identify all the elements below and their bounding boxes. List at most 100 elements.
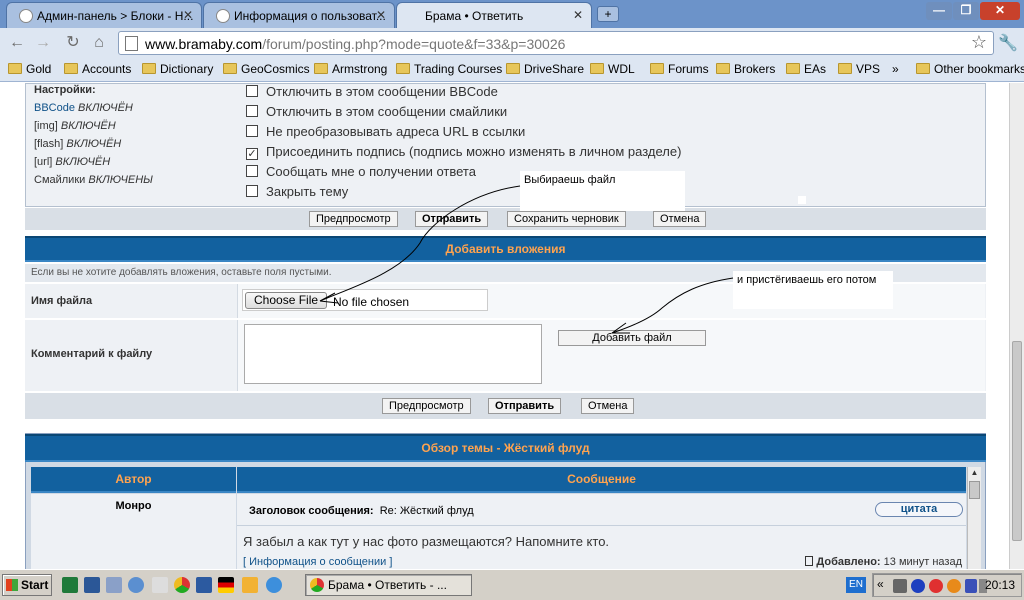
- post-icon: [805, 556, 814, 566]
- tab-label: Брама • Ответить: [425, 9, 524, 23]
- post-info: [ Информация о сообщении ]: [243, 556, 392, 568]
- bookmark-label: Trading Courses: [414, 62, 503, 76]
- bookmark-trading-courses[interactable]: Trading Courses: [396, 62, 502, 76]
- bookmark-label: Armstrong: [332, 62, 388, 76]
- language-indicator[interactable]: EN: [846, 577, 866, 593]
- bookmark-label: VPS: [856, 62, 881, 76]
- app-icon[interactable]: [196, 577, 212, 593]
- flag-icon[interactable]: [218, 577, 234, 593]
- bookmarks-more-icon[interactable]: »: [892, 62, 899, 76]
- app-icon[interactable]: [128, 577, 144, 593]
- bookmark-label: Gold: [26, 62, 52, 76]
- url-path: /forum/posting.php?mode=quote&f=33&p=300…: [262, 36, 566, 52]
- close-window-button[interactable]: ✕: [980, 2, 1020, 20]
- close-icon[interactable]: ✕: [376, 8, 386, 22]
- new-tab-button[interactable]: +: [597, 6, 619, 22]
- chrome-icon[interactable]: [174, 577, 190, 593]
- bluetooth-icon[interactable]: [911, 579, 925, 593]
- tab-user-info[interactable]: Информация о пользоват... ✕: [203, 2, 395, 28]
- bookmark-star-icon[interactable]: ☆: [971, 32, 987, 53]
- reload-icon[interactable]: ↻: [62, 33, 84, 53]
- bookmark-brokers[interactable]: Brokers: [716, 62, 775, 76]
- app-icon[interactable]: [152, 577, 168, 593]
- divider: [237, 525, 966, 526]
- bookmark-driveshare[interactable]: DriveShare: [506, 62, 584, 76]
- page-icon: [125, 36, 138, 51]
- post-subject-line: Заголовок сообщения: Re: Жёсткий флуд: [249, 505, 474, 517]
- folder-icon: [314, 63, 328, 74]
- taskbar-item-label: Брама • Ответить - ...: [328, 578, 447, 592]
- page-scrollbar[interactable]: [1009, 83, 1024, 569]
- word-icon[interactable]: [84, 577, 100, 593]
- browser-toolbar: ← → ↻ ⌂ www.bramaby.com/forum/posting.ph…: [0, 28, 1024, 58]
- minimize-button[interactable]: —: [926, 2, 952, 20]
- tray-app-icon[interactable]: [947, 579, 961, 593]
- back-icon[interactable]: ←: [6, 33, 28, 53]
- message-column-header: Сообщение: [237, 467, 966, 493]
- review-scrollbar[interactable]: ▲: [967, 467, 981, 569]
- bookmark-geocosmics[interactable]: GeoCosmics: [223, 62, 310, 76]
- bookmark-vps[interactable]: VPS: [838, 62, 880, 76]
- folder-icon: [506, 63, 520, 74]
- bookmark-label: GeoCosmics: [241, 62, 310, 76]
- message-cell: Заголовок сообщения: Re: Жёсткий флуд ци…: [237, 494, 966, 569]
- maximize-button[interactable]: ❐: [953, 2, 979, 20]
- arrow-attach-file: [611, 277, 734, 334]
- bookmark-label: Accounts: [82, 62, 132, 76]
- close-icon[interactable]: ✕: [183, 8, 193, 22]
- windows-logo-icon: [6, 579, 18, 591]
- post-info-link[interactable]: Информация о сообщении: [249, 556, 386, 568]
- system-tray: « 20:13: [872, 573, 1022, 597]
- tray-expand-icon[interactable]: «: [877, 577, 884, 591]
- tab-admin-panel[interactable]: Админ-панель > Блоки - Н... ✕: [6, 2, 202, 28]
- other-bookmarks[interactable]: Other bookmarks: [916, 62, 1024, 76]
- app-icon[interactable]: [242, 577, 258, 593]
- wrench-icon[interactable]: 🔧: [998, 33, 1018, 53]
- home-icon[interactable]: ⌂: [88, 33, 110, 53]
- windows-taskbar: Start Брама • Ответить - ... EN « 20:13: [0, 569, 1024, 600]
- tab-label: Информация о пользоват...: [234, 9, 386, 23]
- bookmarks-bar: Gold Accounts Dictionary GeoCosmics Arms…: [0, 58, 1024, 82]
- forward-icon[interactable]: →: [32, 33, 54, 53]
- folder-icon: [8, 63, 22, 74]
- start-label: Start: [21, 578, 49, 592]
- bookmark-label: EAs: [804, 62, 827, 76]
- quote-button[interactable]: цитата: [875, 502, 963, 517]
- folder-icon: [223, 63, 237, 74]
- bookmark-wdl[interactable]: WDL: [590, 62, 635, 76]
- page-scroll-thumb[interactable]: [1012, 341, 1022, 541]
- subject-label: Заголовок сообщения:: [249, 505, 374, 517]
- close-icon[interactable]: ✕: [573, 8, 583, 22]
- bookmark-accounts[interactable]: Accounts: [64, 62, 131, 76]
- scroll-up-icon[interactable]: ▲: [969, 467, 980, 478]
- url-text[interactable]: www.bramaby.com/forum/posting.php?mode=q…: [145, 36, 565, 52]
- scroll-thumb[interactable]: [969, 481, 980, 499]
- address-bar[interactable]: www.bramaby.com/forum/posting.php?mode=q…: [118, 31, 994, 55]
- folder-icon: [786, 63, 800, 74]
- bookmark-armstrong[interactable]: Armstrong: [314, 62, 387, 76]
- tray-app-icon[interactable]: [965, 579, 977, 593]
- bookmark-gold[interactable]: Gold: [8, 62, 51, 76]
- excel-icon[interactable]: [62, 577, 78, 593]
- folder-icon: [590, 63, 604, 74]
- bookmark-eas[interactable]: EAs: [786, 62, 826, 76]
- folder-icon: [716, 63, 730, 74]
- chrome-icon: [310, 578, 324, 592]
- post-author[interactable]: Монро: [31, 494, 236, 512]
- app-icon[interactable]: [106, 577, 122, 593]
- network-icon[interactable]: [893, 579, 907, 593]
- topic-review-header: Обзор темы - Жёсткий флуд: [25, 434, 986, 462]
- start-button[interactable]: Start: [2, 574, 52, 596]
- bookmark-forums[interactable]: Forums: [650, 62, 709, 76]
- taskbar-chrome-window[interactable]: Брама • Ответить - ...: [305, 574, 472, 596]
- quote-label: цитата: [900, 503, 938, 515]
- bookmark-dictionary[interactable]: Dictionary: [142, 62, 213, 76]
- bookmark-label: DriveShare: [524, 62, 585, 76]
- folder-icon: [838, 63, 852, 74]
- post-body: Я забыл а как тут у нас фото размещаются…: [243, 534, 610, 549]
- antivirus-icon[interactable]: [929, 579, 943, 593]
- tab-brama-reply[interactable]: Брама • Ответить ✕: [396, 2, 592, 28]
- clock[interactable]: 20:13: [985, 578, 1015, 592]
- page-viewport: Настройки: BBCode ВКЛЮЧЁН [img] ВКЛЮЧЁН …: [0, 83, 1009, 569]
- ie-icon[interactable]: [266, 577, 282, 593]
